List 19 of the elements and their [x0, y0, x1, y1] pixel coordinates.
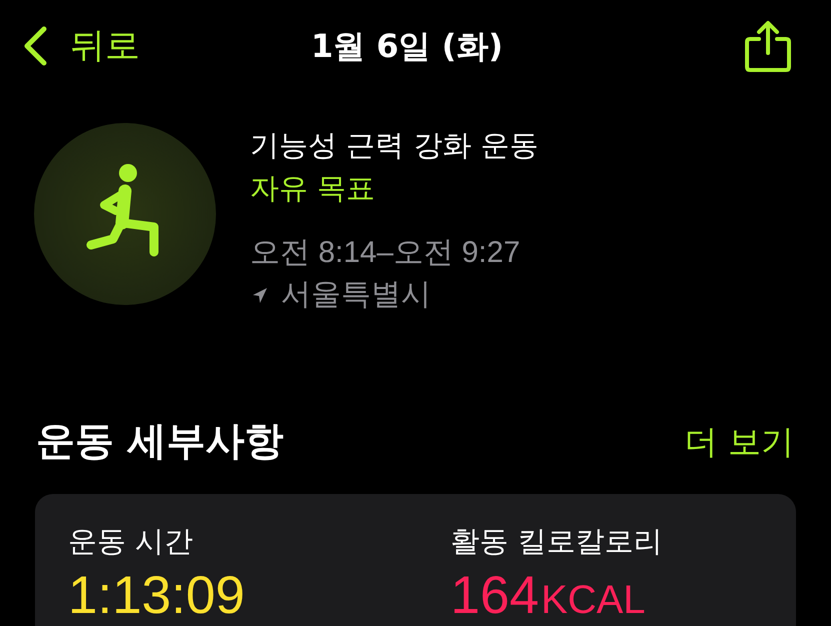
workout-goal: 자유 목표 — [250, 170, 376, 207]
location-arrow-icon — [253, 288, 267, 302]
back-label: 뒤로 — [70, 25, 140, 68]
share-button[interactable] — [744, 19, 792, 73]
metric-label: 활동 킬로칼로리 — [450, 523, 663, 560]
metric-label: 운동 시간 — [68, 523, 194, 560]
lunging-figure-icon — [34, 123, 216, 305]
metric-unit: KCAL — [540, 577, 646, 623]
workout-location: 서울특별시 — [281, 276, 431, 314]
workout-name: 기능성 근력 강화 운동 — [250, 127, 539, 164]
show-more-link[interactable]: 더 보기 — [684, 420, 794, 464]
nav-title: 1월 6일 (화) — [310, 26, 504, 67]
chevron-left-icon — [22, 25, 48, 67]
share-icon — [744, 19, 792, 73]
section-heading: 운동 세부사항 — [36, 418, 284, 466]
metric-value: 164 — [450, 566, 539, 626]
workout-time-range: 오전 8:14–오전 9:27 — [250, 235, 522, 271]
back-button[interactable]: 뒤로 — [22, 24, 140, 68]
metric-value: 1:13:09 — [68, 566, 245, 626]
